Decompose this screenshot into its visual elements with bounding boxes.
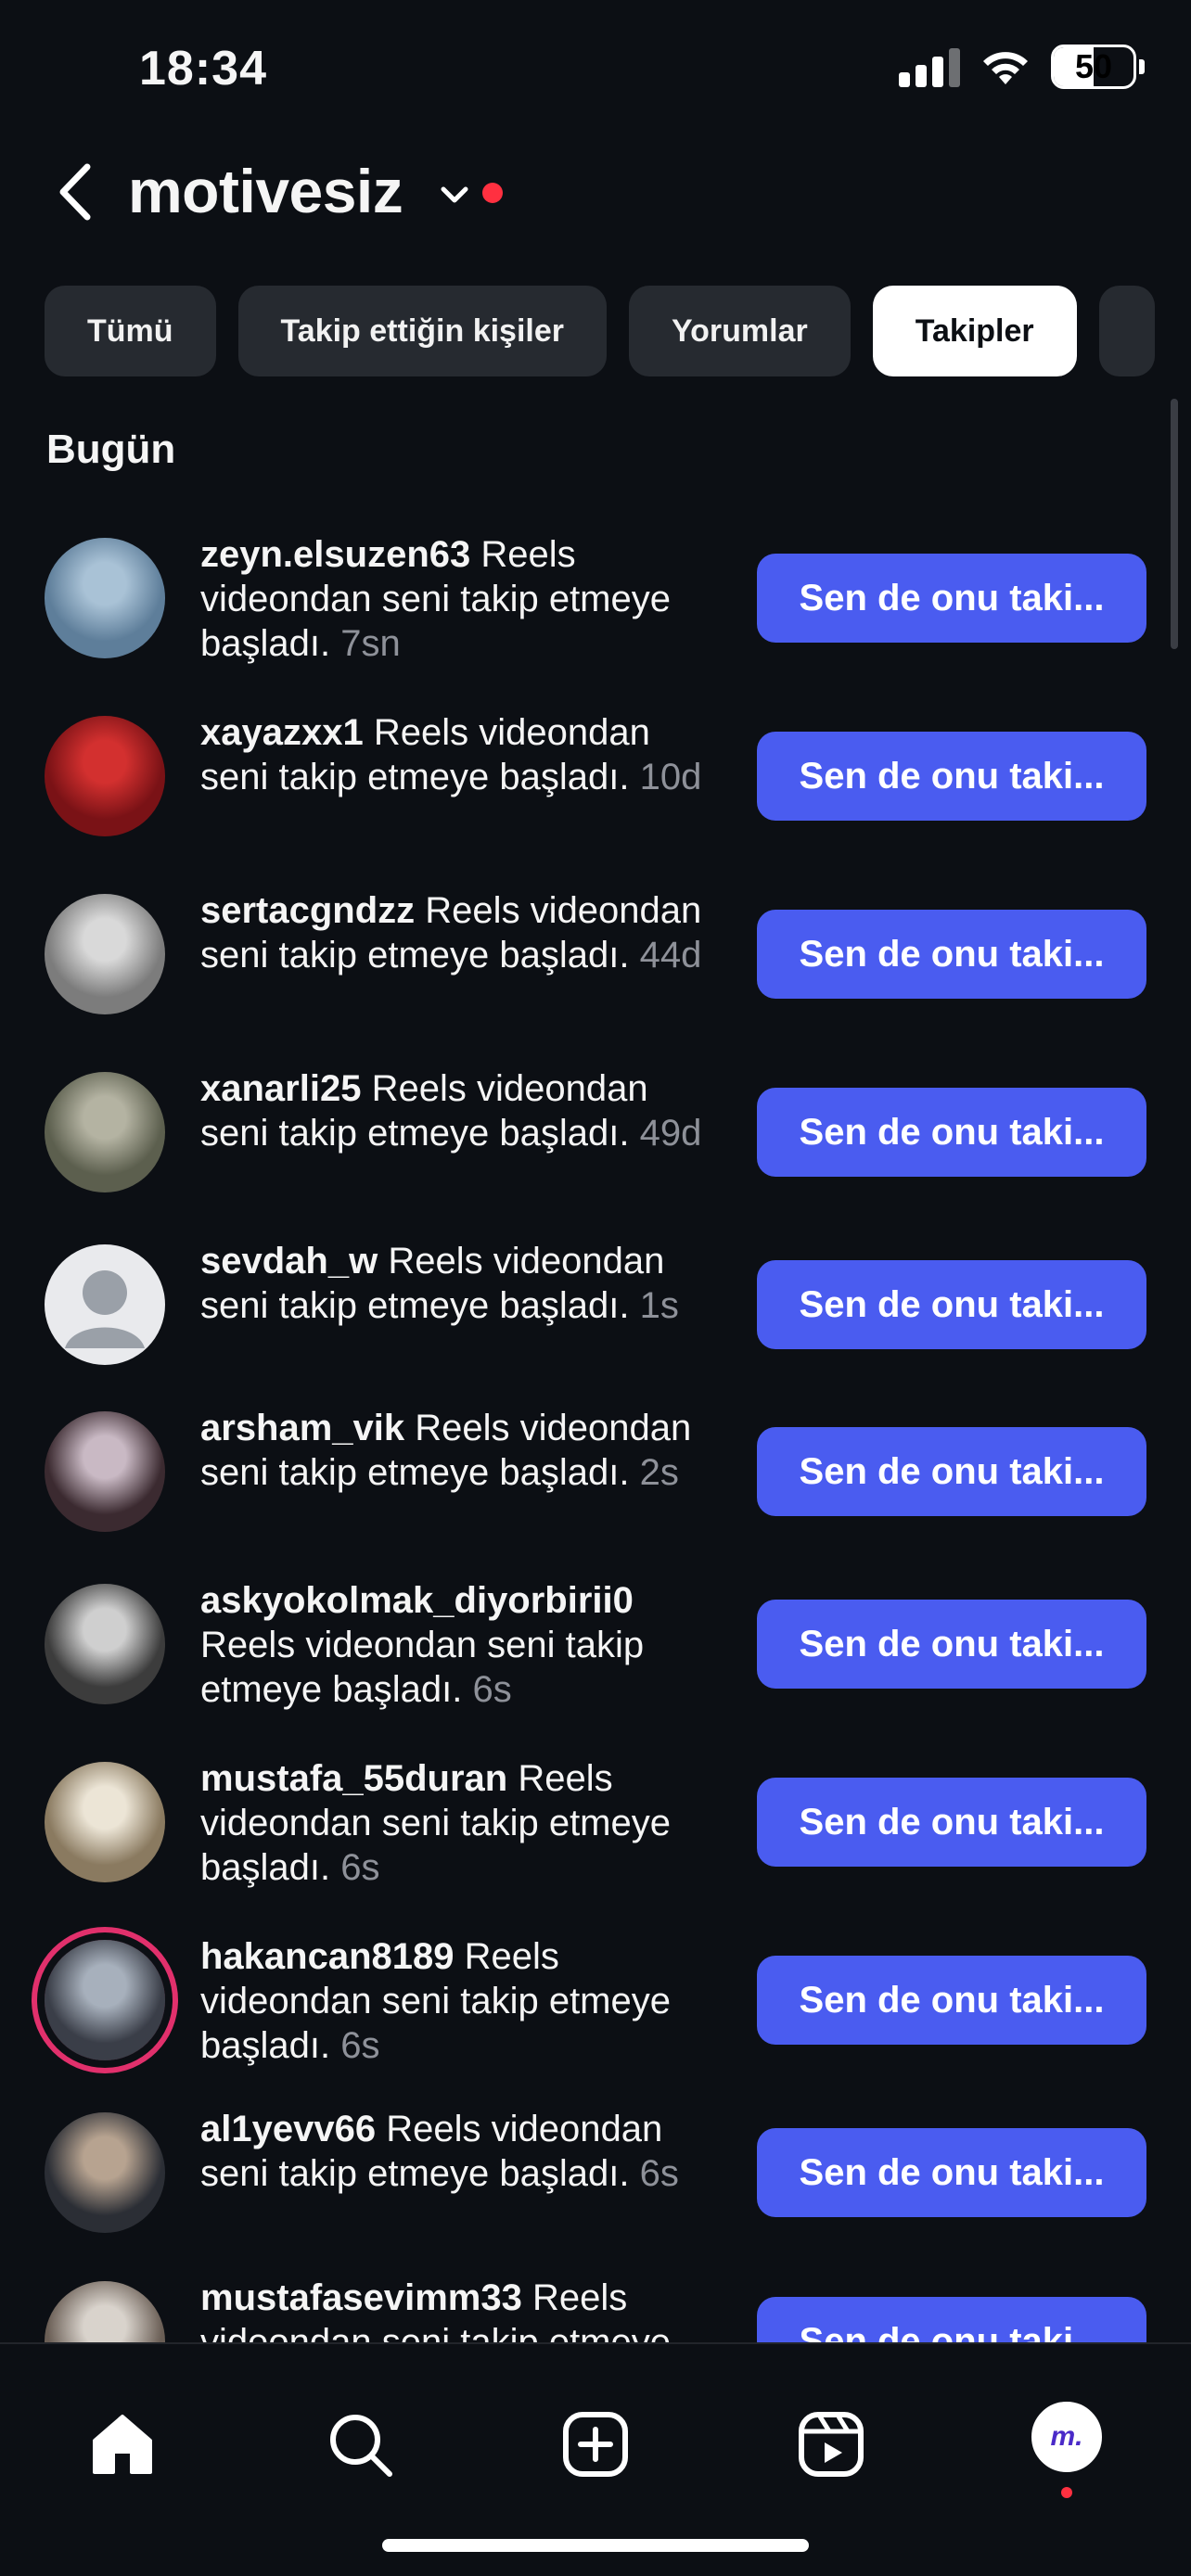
- username[interactable]: arsham_vik: [200, 1408, 404, 1448]
- timestamp: 49d: [639, 1113, 702, 1154]
- username[interactable]: mustafa_55duran: [200, 1758, 507, 1799]
- username[interactable]: mustafasevimm33: [200, 2277, 522, 2318]
- timestamp: 6s: [472, 1669, 512, 1710]
- avatar[interactable]: [45, 1584, 165, 1704]
- username[interactable]: xayazxx1: [200, 712, 364, 753]
- search-icon[interactable]: [325, 2409, 395, 2480]
- notification-text: xanarli25 Reels videondan seni takip etm…: [200, 1066, 720, 1155]
- default-avatar[interactable]: [45, 1244, 165, 1365]
- follow-back-button[interactable]: Sen de onu taki...: [757, 554, 1146, 643]
- notification-text: sertacgndzz Reels videondan seni takip e…: [200, 888, 720, 977]
- notification-row[interactable]: xanarli25 Reels videondan seni takip etm…: [0, 1068, 1191, 1239]
- status-bar: 18:34 50: [0, 0, 1191, 139]
- notification-row[interactable]: arsham_vik Reels videondan seni takip et…: [0, 1408, 1191, 1578]
- follow-back-button[interactable]: Sen de onu taki...: [757, 2128, 1146, 2217]
- follow-back-button[interactable]: Sen de onu taki...: [757, 1600, 1146, 1689]
- notification-dot: [482, 183, 503, 203]
- tab-comments[interactable]: Yorumlar: [629, 286, 851, 376]
- follow-back-button[interactable]: Sen de onu taki...: [757, 1956, 1146, 2045]
- cellular-signal-icon: [899, 46, 960, 87]
- notification-text: al1yevv66 Reels videondan seni takip etm…: [200, 2107, 720, 2196]
- notification-message: Reels videondan seni takip etmeye başlad…: [200, 1625, 645, 1710]
- back-button[interactable]: [50, 159, 106, 224]
- create-icon[interactable]: [560, 2409, 631, 2480]
- notification-row[interactable]: sertacgndzz Reels videondan seni takip e…: [0, 890, 1191, 1061]
- chevron-down-icon[interactable]: [436, 176, 473, 213]
- notification-row[interactable]: zeyn.elsuzen63 Reels videondan seni taki…: [0, 534, 1191, 705]
- username[interactable]: hakancan8189: [200, 1936, 455, 1977]
- username[interactable]: askyokolmak_diyorbirii0: [200, 1580, 634, 1621]
- notification-text: xayazxx1 Reels videondan seni takip etme…: [200, 710, 720, 799]
- notification-row[interactable]: sevdah_w Reels videondan seni takip etme…: [0, 1241, 1191, 1411]
- timestamp: 2s: [639, 1452, 679, 1493]
- notification-list: zeyn.elsuzen63 Reels videondan seni taki…: [0, 519, 1191, 2342]
- avatar[interactable]: [45, 716, 165, 836]
- notification-text: mustafasevimm33 Reels videondan seni tak…: [200, 2276, 720, 2342]
- timestamp: 7sn: [340, 623, 401, 664]
- follow-back-button[interactable]: Sen de onu taki...: [757, 910, 1146, 999]
- follow-back-button[interactable]: Sen de onu taki...: [757, 732, 1146, 821]
- tab-following[interactable]: Takip ettiğin kişiler: [237, 286, 607, 376]
- notification-text: arsham_vik Reels videondan seni takip et…: [200, 1406, 720, 1495]
- timestamp: 6s: [639, 2153, 679, 2194]
- follow-back-button[interactable]: Sen de onu taki...: [757, 1427, 1146, 1516]
- wifi-icon: [983, 52, 1028, 84]
- avatar[interactable]: [45, 2112, 165, 2233]
- username[interactable]: sertacgndzz: [200, 890, 415, 931]
- tab-all[interactable]: Tümü: [45, 286, 216, 376]
- timestamp: 6s: [340, 1847, 380, 1888]
- battery-icon: 50: [1051, 45, 1136, 89]
- timestamp: 6s: [340, 2025, 380, 2066]
- username[interactable]: xanarli25: [200, 1068, 361, 1109]
- home-icon[interactable]: [87, 2409, 158, 2480]
- status-time: 18:34: [139, 42, 267, 96]
- avatar[interactable]: [45, 1940, 165, 2060]
- tab-more[interactable]: [1098, 286, 1155, 376]
- notification-text: sevdah_w Reels videondan seni takip etme…: [200, 1239, 720, 1328]
- notification-text: askyokolmak_diyorbirii0 Reels videondan …: [200, 1578, 720, 1712]
- profile-notification-dot: [1061, 2487, 1072, 2498]
- notification-row[interactable]: mustafasevimm33 Reels videondan seni tak…: [0, 2277, 1191, 2342]
- username[interactable]: al1yevv66: [200, 2109, 376, 2149]
- filter-tabs: Tümü Takip ettiğin kişiler Yorumlar Taki…: [45, 286, 1155, 376]
- notification-text: hakancan8189 Reels videondan seni takip …: [200, 1934, 720, 2068]
- notification-row[interactable]: mustafa_55duran Reels videondan seni tak…: [0, 1758, 1191, 1929]
- avatar[interactable]: [45, 1762, 165, 1882]
- username[interactable]: zeyn.elsuzen63: [200, 534, 470, 575]
- notification-row[interactable]: askyokolmak_diyorbirii0 Reels videondan …: [0, 1580, 1191, 1751]
- profile-avatar[interactable]: m.: [1031, 2402, 1102, 2472]
- account-title[interactable]: motivesiz: [128, 156, 403, 226]
- battery-level: 50: [1074, 47, 1113, 85]
- notification-text: zeyn.elsuzen63 Reels videondan seni taki…: [200, 532, 720, 666]
- section-title: Bugün: [46, 427, 176, 472]
- notification-row[interactable]: al1yevv66 Reels videondan seni takip etm…: [0, 2109, 1191, 2279]
- status-icons: 50: [899, 45, 1145, 89]
- notification-text: mustafa_55duran Reels videondan seni tak…: [200, 1756, 720, 1890]
- follow-back-button[interactable]: Sen de onu taki...: [757, 1088, 1146, 1177]
- follow-back-button[interactable]: Sen de onu taki...: [757, 2297, 1146, 2342]
- home-indicator: [382, 2539, 809, 2552]
- timestamp: 10d: [639, 757, 702, 797]
- follow-back-button[interactable]: Sen de onu taki...: [757, 1778, 1146, 1867]
- timestamp: 44d: [639, 935, 702, 976]
- follow-back-button[interactable]: Sen de onu taki...: [757, 1260, 1146, 1349]
- reels-icon[interactable]: [796, 2409, 866, 2480]
- notification-row[interactable]: xayazxx1 Reels videondan seni takip etme…: [0, 712, 1191, 883]
- username[interactable]: sevdah_w: [200, 1241, 378, 1282]
- header: motivesiz: [0, 139, 1191, 250]
- avatar[interactable]: [45, 1072, 165, 1192]
- avatar[interactable]: [45, 894, 165, 1014]
- timestamp: 1s: [639, 1285, 679, 1326]
- avatar[interactable]: [45, 2281, 165, 2342]
- notification-row[interactable]: hakancan8189 Reels videondan seni takip …: [0, 1936, 1191, 2107]
- avatar[interactable]: [45, 1411, 165, 1532]
- tab-follows[interactable]: Takipler: [872, 286, 1077, 376]
- avatar[interactable]: [45, 538, 165, 658]
